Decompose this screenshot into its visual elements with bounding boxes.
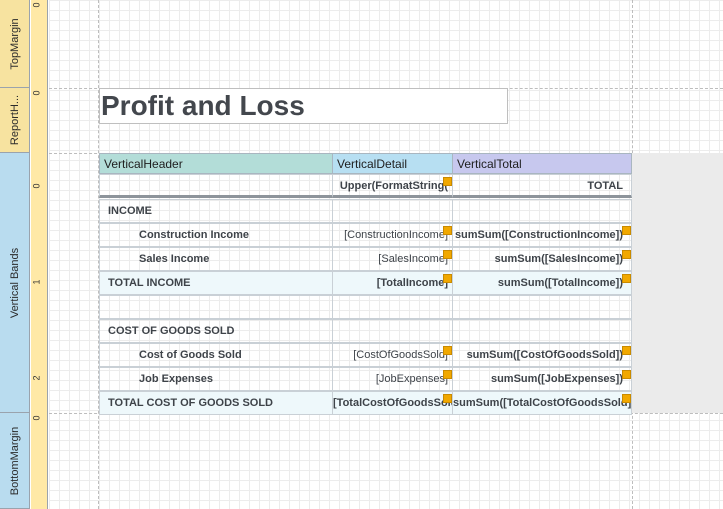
total-cell[interactable]: sumSum([TotalCostOfGoodsSold])	[452, 391, 632, 415]
expression-marker-icon[interactable]	[622, 250, 631, 259]
detail-text: [TotalCostOfGoodsSold]	[333, 397, 453, 409]
expression-marker-icon[interactable]	[622, 394, 631, 403]
ruler-bottom-margin: 0	[31, 413, 48, 509]
expression-marker-icon[interactable]	[443, 346, 452, 355]
table-row: TOTAL INCOME [TotalIncome] sumSum([Total…	[99, 271, 632, 295]
table-row: Cost of Goods Sold [CostOfGoodsSold] sum…	[99, 343, 632, 367]
label-cell[interactable]	[99, 295, 333, 319]
detail-cell[interactable]	[332, 295, 453, 319]
total-cell[interactable]: sumSum([JobExpenses])	[452, 367, 632, 391]
total-cell[interactable]: sumSum([TotalIncome])	[452, 271, 632, 295]
label-cell[interactable]: Sales Income	[99, 247, 333, 271]
label-cell[interactable]: Cost of Goods Sold	[99, 343, 333, 367]
ruler-vertical-bands: 0 1 2	[31, 153, 48, 413]
band-label-text: Vertical Bands	[8, 247, 21, 318]
report-title[interactable]: Profit and Loss	[99, 88, 508, 124]
label-cell[interactable]: INCOME	[99, 199, 333, 223]
label-cell[interactable]	[99, 174, 333, 198]
expression-marker-icon[interactable]	[622, 370, 631, 379]
band-header-vertical-total[interactable]: VerticalTotal	[452, 153, 632, 174]
ruler-number: 0	[31, 183, 42, 189]
label-cell[interactable]: Job Expenses	[99, 367, 333, 391]
label-cell[interactable]: COST OF GOODS SOLD	[99, 319, 333, 343]
expression-marker-icon[interactable]	[443, 370, 452, 379]
table-row: Sales Income [SalesIncome] sumSum([Sales…	[99, 247, 632, 271]
ruler-number: 0	[31, 415, 42, 421]
total-cell[interactable]	[452, 295, 632, 319]
detail-text: [ConstructionIncome]	[344, 229, 448, 241]
ruler-number: 0	[31, 90, 42, 96]
table-row: COST OF GOODS SOLD	[99, 319, 632, 343]
total-cell[interactable]: sumSum([SalesIncome])	[452, 247, 632, 271]
total-text: sumSum([JobExpenses])	[490, 373, 623, 385]
expression-marker-icon[interactable]	[622, 346, 631, 355]
detail-cell[interactable]: [CostOfGoodsSold]	[332, 343, 453, 367]
table-row: Construction Income [ConstructionIncome]…	[99, 223, 632, 247]
total-cell[interactable]: sumSum([ConstructionIncome])	[452, 223, 632, 247]
band-header-vertical-detail[interactable]: VerticalDetail	[332, 153, 453, 174]
table-row: TOTAL COST OF GOODS SOLD [TotalCostOfGoo…	[99, 391, 632, 415]
detail-text: [SalesIncome]	[378, 253, 448, 265]
expression-marker-icon[interactable]	[443, 226, 452, 235]
band-header-vertical-header[interactable]: VerticalHeader	[99, 153, 333, 174]
detail-cell[interactable]: [JobExpenses]	[332, 367, 453, 391]
expression-marker-icon[interactable]	[622, 274, 631, 283]
label-cell[interactable]: Construction Income	[99, 223, 333, 247]
table-row: Upper(FormatString( TOTAL	[99, 174, 632, 198]
band-label-bottom-margin[interactable]: BottomMargin	[0, 413, 30, 509]
expression-marker-icon[interactable]	[443, 394, 452, 403]
expression-marker-icon[interactable]	[443, 274, 452, 283]
total-text: sumSum([ConstructionIncome])	[454, 229, 623, 241]
label-cell[interactable]: TOTAL INCOME	[99, 271, 333, 295]
detail-text: [TotalIncome]	[376, 277, 448, 289]
table-row: Job Expenses [JobExpenses] sumSum([JobEx…	[99, 367, 632, 391]
table-row: INCOME	[99, 199, 632, 223]
total-cell[interactable]: sumSum([CostOfGoodsSold])	[452, 343, 632, 367]
detail-cell[interactable]: Upper(FormatString(	[332, 174, 453, 198]
band-label-text: BottomMargin	[8, 426, 21, 495]
expression-marker-icon[interactable]	[443, 250, 452, 259]
band-label-top-margin[interactable]: TopMargin	[0, 0, 30, 88]
total-text: sumSum([TotalIncome])	[497, 277, 623, 289]
total-text: sumSum([TotalCostOfGoodsSold])	[453, 397, 632, 409]
detail-cell[interactable]: [TotalCostOfGoodsSold]	[332, 391, 453, 415]
expression-marker-icon[interactable]	[443, 177, 452, 186]
ruler-number: 0	[31, 2, 42, 8]
detail-cell[interactable]: [SalesIncome]	[332, 247, 453, 271]
detail-text: Upper(FormatString(	[339, 180, 448, 192]
detail-text: [JobExpenses]	[375, 373, 448, 385]
band-label-report-header[interactable]: ReportH...	[0, 88, 30, 153]
total-cell[interactable]	[452, 319, 632, 343]
band-label-text: ReportH...	[8, 94, 21, 146]
detail-cell[interactable]	[332, 319, 453, 343]
unused-band-area	[632, 153, 723, 413]
total-text: sumSum([CostOfGoodsSold])	[466, 349, 623, 361]
band-label-text: TopMargin	[8, 17, 21, 70]
ruler-number: 2	[31, 375, 42, 381]
total-cell[interactable]	[452, 199, 632, 223]
expression-marker-icon[interactable]	[622, 226, 631, 235]
detail-text: [CostOfGoodsSold]	[353, 349, 448, 361]
label-cell[interactable]: TOTAL COST OF GOODS SOLD	[99, 391, 333, 415]
total-text: sumSum([SalesIncome])	[494, 253, 623, 265]
table-row	[99, 295, 632, 319]
detail-cell[interactable]	[332, 199, 453, 223]
total-cell[interactable]: TOTAL	[452, 174, 632, 198]
detail-cell[interactable]: [ConstructionIncome]	[332, 223, 453, 247]
ruler-report-header: 0	[31, 88, 48, 153]
ruler-number: 1	[31, 279, 42, 285]
ruler-top-margin: 0	[31, 0, 48, 88]
detail-cell[interactable]: [TotalIncome]	[332, 271, 453, 295]
band-label-vertical-bands[interactable]: Vertical Bands	[0, 153, 30, 413]
